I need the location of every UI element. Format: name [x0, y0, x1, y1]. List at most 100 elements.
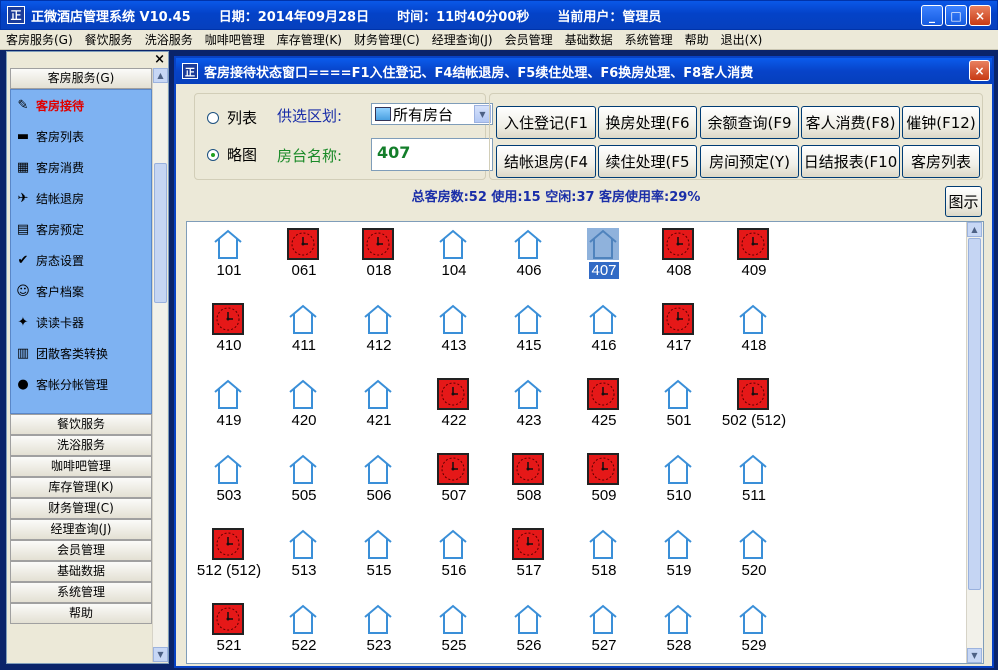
- room-cell[interactable]: 410: [189, 299, 264, 374]
- room-cell[interactable]: 521: [189, 599, 264, 663]
- room-cell[interactable]: 507: [414, 449, 489, 524]
- sidebar-item[interactable]: ▦ 客房消费: [11, 152, 151, 183]
- room-cell[interactable]: 516: [414, 524, 489, 599]
- room-cell[interactable]: 408: [639, 224, 714, 299]
- minimize-button[interactable]: _: [921, 5, 943, 26]
- sidebar-item[interactable]: ✈ 结帐退房: [11, 183, 151, 214]
- sidebar-item[interactable]: ✎ 客房接待: [11, 90, 151, 121]
- sidebar-item[interactable]: ● 客帐分帐管理: [11, 369, 151, 400]
- window-close-button[interactable]: ×: [969, 60, 990, 81]
- room-name-input[interactable]: 407: [371, 138, 493, 171]
- room-cell[interactable]: 502 (512): [714, 374, 789, 449]
- room-cell[interactable]: 513: [264, 524, 339, 599]
- menu-rooms[interactable]: 客房服务(G): [0, 30, 79, 50]
- sidebar-item[interactable]: ▤ 客房预定: [11, 214, 151, 245]
- room-cell[interactable]: 515: [339, 524, 414, 599]
- maximize-button[interactable]: □: [945, 5, 967, 26]
- room-cell[interactable]: 517: [489, 524, 564, 599]
- menu-inventory[interactable]: 库存管理(K): [271, 30, 348, 50]
- checkout-button[interactable]: 结帐退房(F4: [496, 145, 596, 178]
- scroll-thumb[interactable]: [968, 238, 981, 590]
- daily-report-button[interactable]: 日结报表(F10: [801, 145, 900, 178]
- room-cell[interactable]: 510: [639, 449, 714, 524]
- group-header[interactable]: 系统管理: [10, 582, 152, 603]
- checkin-button[interactable]: 入住登记(F1: [496, 106, 596, 139]
- room-cell[interactable]: 508: [489, 449, 564, 524]
- room-cell[interactable]: 412: [339, 299, 414, 374]
- group-header[interactable]: 基础数据: [10, 561, 152, 582]
- room-cell[interactable]: 420: [264, 374, 339, 449]
- menu-cafe[interactable]: 咖啡吧管理: [199, 30, 271, 50]
- menu-base-data[interactable]: 基础数据: [559, 30, 619, 50]
- balance-query-button[interactable]: 余额查询(F9: [700, 106, 799, 139]
- menu-manager-query[interactable]: 经理查询(J): [426, 30, 499, 50]
- group-header[interactable]: 经理查询(J): [10, 519, 152, 540]
- room-cell[interactable]: 529: [714, 599, 789, 663]
- change-room-button[interactable]: 换房处理(F6: [598, 106, 697, 139]
- room-cell[interactable]: 519: [639, 524, 714, 599]
- menu-system[interactable]: 系统管理: [619, 30, 679, 50]
- room-cell[interactable]: 509: [564, 449, 639, 524]
- room-cell[interactable]: 525: [414, 599, 489, 663]
- reservation-button[interactable]: 房间预定(Y): [700, 145, 799, 178]
- room-cell[interactable]: 416: [564, 299, 639, 374]
- group-header[interactable]: 会员管理: [10, 540, 152, 561]
- view-map-radio[interactable]: 略图: [207, 144, 257, 165]
- room-cell[interactable]: 505: [264, 449, 339, 524]
- room-cell[interactable]: 506: [339, 449, 414, 524]
- scroll-thumb[interactable]: [154, 163, 167, 303]
- sidebar-item[interactable]: ☺ 客户档案: [11, 276, 151, 307]
- group-header[interactable]: 餐饮服务: [10, 414, 152, 435]
- left-scrollbar[interactable]: ▲ ▼: [152, 68, 168, 662]
- room-cell[interactable]: 422: [414, 374, 489, 449]
- menu-help[interactable]: 帮助: [679, 30, 715, 50]
- room-cell[interactable]: 421: [339, 374, 414, 449]
- room-cell[interactable]: 526: [489, 599, 564, 663]
- room-cell[interactable]: 511: [714, 449, 789, 524]
- legend-button[interactable]: 图示: [945, 186, 982, 217]
- sidebar-item[interactable]: ▥ 团散客类转换: [11, 338, 151, 369]
- room-cell[interactable]: 527: [564, 599, 639, 663]
- menu-dining[interactable]: 餐饮服务: [79, 30, 139, 50]
- room-cell[interactable]: 528: [639, 599, 714, 663]
- sidebar-item[interactable]: ✔ 房态设置: [11, 245, 151, 276]
- room-cell[interactable]: 520: [714, 524, 789, 599]
- sidebar-item[interactable]: ✦ 读读卡器: [11, 307, 151, 338]
- group-header[interactable]: 洗浴服务: [10, 435, 152, 456]
- room-cell[interactable]: 018: [339, 224, 414, 299]
- room-cell[interactable]: 413: [414, 299, 489, 374]
- room-cell[interactable]: 522: [264, 599, 339, 663]
- menu-bath[interactable]: 洗浴服务: [139, 30, 199, 50]
- close-button[interactable]: ×: [969, 5, 991, 26]
- scroll-up-icon[interactable]: ▲: [967, 222, 982, 237]
- room-cell[interactable]: 411: [264, 299, 339, 374]
- scroll-down-icon[interactable]: ▼: [153, 647, 168, 662]
- guest-consume-button[interactable]: 客人消费(F8): [801, 106, 900, 139]
- menu-exit[interactable]: 退出(X): [715, 30, 769, 50]
- room-cell[interactable]: 101: [189, 224, 264, 299]
- menu-members[interactable]: 会员管理: [499, 30, 559, 50]
- room-cell[interactable]: 501: [639, 374, 714, 449]
- group-header[interactable]: 财务管理(C): [10, 498, 152, 519]
- group-header[interactable]: 帮助: [10, 603, 152, 624]
- room-cell[interactable]: 423: [489, 374, 564, 449]
- group-header[interactable]: 咖啡吧管理: [10, 456, 152, 477]
- scroll-up-icon[interactable]: ▲: [153, 68, 168, 83]
- close-pane-icon[interactable]: ×: [154, 52, 165, 67]
- room-list-button[interactable]: 客房列表: [902, 145, 980, 178]
- sidebar-item[interactable]: ▬ 客房列表: [11, 121, 151, 152]
- view-list-radio[interactable]: 列表: [207, 107, 257, 128]
- room-cell[interactable]: 523: [339, 599, 414, 663]
- scroll-down-icon[interactable]: ▼: [967, 648, 982, 663]
- room-cell[interactable]: 419: [189, 374, 264, 449]
- menu-finance[interactable]: 财务管理(C): [348, 30, 426, 50]
- room-cell[interactable]: 406: [489, 224, 564, 299]
- area-select[interactable]: 所有房台 ▼: [371, 103, 493, 125]
- room-cell[interactable]: 512 (512): [189, 524, 264, 599]
- room-cell[interactable]: 425: [564, 374, 639, 449]
- room-cell[interactable]: 409: [714, 224, 789, 299]
- room-cell[interactable]: 407: [564, 224, 639, 299]
- room-cell[interactable]: 104: [414, 224, 489, 299]
- room-cell[interactable]: 518: [564, 524, 639, 599]
- wakeup-call-button[interactable]: 催钟(F12): [902, 106, 980, 139]
